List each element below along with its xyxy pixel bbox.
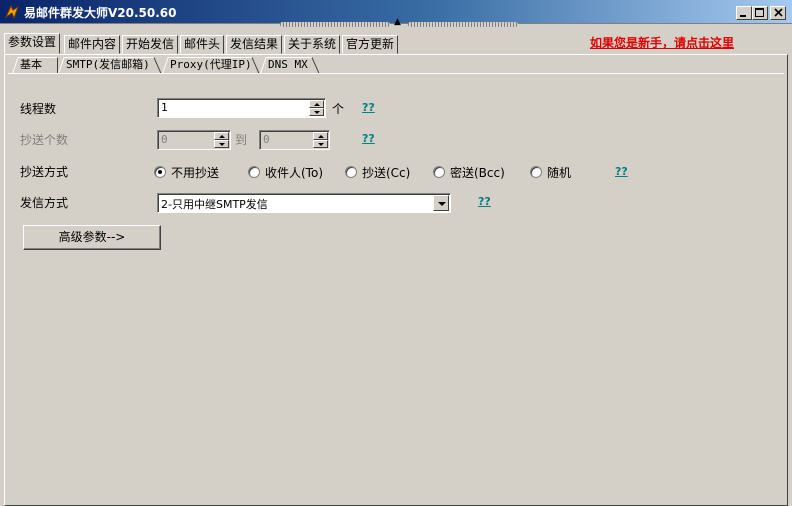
cc-to-up-button[interactable] [313,132,328,140]
tab-mail-content[interactable]: 邮件内容 [64,35,121,54]
cc-count-to-word: 到 [235,133,248,147]
maximize-button[interactable] [752,6,768,20]
cc-mode-label: 抄送方式 [20,165,69,179]
cc-mode-help-link[interactable]: ?? [615,165,628,178]
tab-mail-header[interactable]: 邮件头 [180,35,225,54]
cc-count-to-spinner[interactable]: 0 [259,130,330,150]
window-title: 易邮件群发大师V20.50.60 [24,6,177,20]
send-mode-label: 发信方式 [20,196,69,210]
radio-cc-label: 抄送(Cc) [362,166,411,180]
subtab-basic-label: 基本 [20,58,42,71]
subtab-smtp-label: SMTP(发信邮箱) [66,58,150,71]
cc-count-label: 抄送个数 [20,133,69,147]
threads-help-link[interactable]: ?? [362,101,375,114]
send-mode-help-link[interactable]: ?? [478,195,491,208]
threads-spinner[interactable]: 1 [157,98,326,118]
subtab-smtp[interactable]: SMTP(发信邮箱) [58,57,162,74]
threads-unit: 个 [332,102,345,116]
subtab-proxy[interactable]: Proxy(代理IP) [162,57,260,74]
chevron-up-icon[interactable]: ▲ [394,18,401,27]
radio-dot [433,166,445,178]
threads-up-button[interactable] [309,100,324,108]
radio-random-label: 随机 [547,166,572,180]
minimize-button[interactable] [736,6,752,20]
panel-splitter[interactable]: ▲ [280,18,530,29]
tab-start-sending[interactable]: 开始发信 [122,35,179,54]
close-icon [773,8,783,17]
maximize-icon [755,8,764,17]
minimize-icon [740,15,746,17]
tab-about[interactable]: 关于系统 [284,35,341,54]
tab-send-results[interactable]: 发信结果 [226,35,283,54]
cc-to-down-button[interactable] [313,140,328,148]
cc-count-help-link[interactable]: ?? [362,132,375,145]
radio-bcc-label: 密送(Bcc) [450,166,505,180]
cc-count-from-value: 0 [161,133,168,146]
subtab-basic[interactable]: 基本 [12,57,58,74]
close-button[interactable] [770,6,786,20]
splitter-grip-right [408,22,518,27]
tab-settings[interactable]: 参数设置 [4,33,61,54]
threads-down-button[interactable] [309,108,324,116]
radio-no-cc-label: 不用抄送 [171,166,220,180]
radio-dot [248,166,260,178]
subtab-dns-mx[interactable]: DNS MX [260,57,320,74]
radio-dot [345,166,357,178]
advanced-params-button[interactable]: 高级参数--> [23,225,161,250]
subtab-proxy-label: Proxy(代理IP) [170,58,252,71]
tab-official-update[interactable]: 官方更新 [342,35,399,54]
threads-value: 1 [161,101,168,114]
splitter-grip-left [280,22,390,27]
send-mode-select[interactable]: 2-只用中继SMTP发信 [157,193,451,213]
subtab-divider [8,73,784,74]
send-mode-value: 2-只用中继SMTP发信 [161,198,268,211]
radio-to-label: 收件人(To) [265,166,323,180]
cc-count-to-value: 0 [263,133,270,146]
radio-dot [154,166,166,178]
subtab-dns-mx-label: DNS MX [268,58,308,71]
threads-label: 线程数 [20,102,57,116]
cc-from-down-button[interactable] [214,140,229,148]
app-icon [4,4,19,20]
newbie-help-link[interactable]: 如果您是新手，请点击这里 [590,34,734,51]
cc-count-from-spinner[interactable]: 0 [157,130,231,150]
chevron-down-icon[interactable] [433,195,449,211]
cc-from-up-button[interactable] [214,132,229,140]
settings-panel [4,54,788,506]
radio-dot [530,166,542,178]
